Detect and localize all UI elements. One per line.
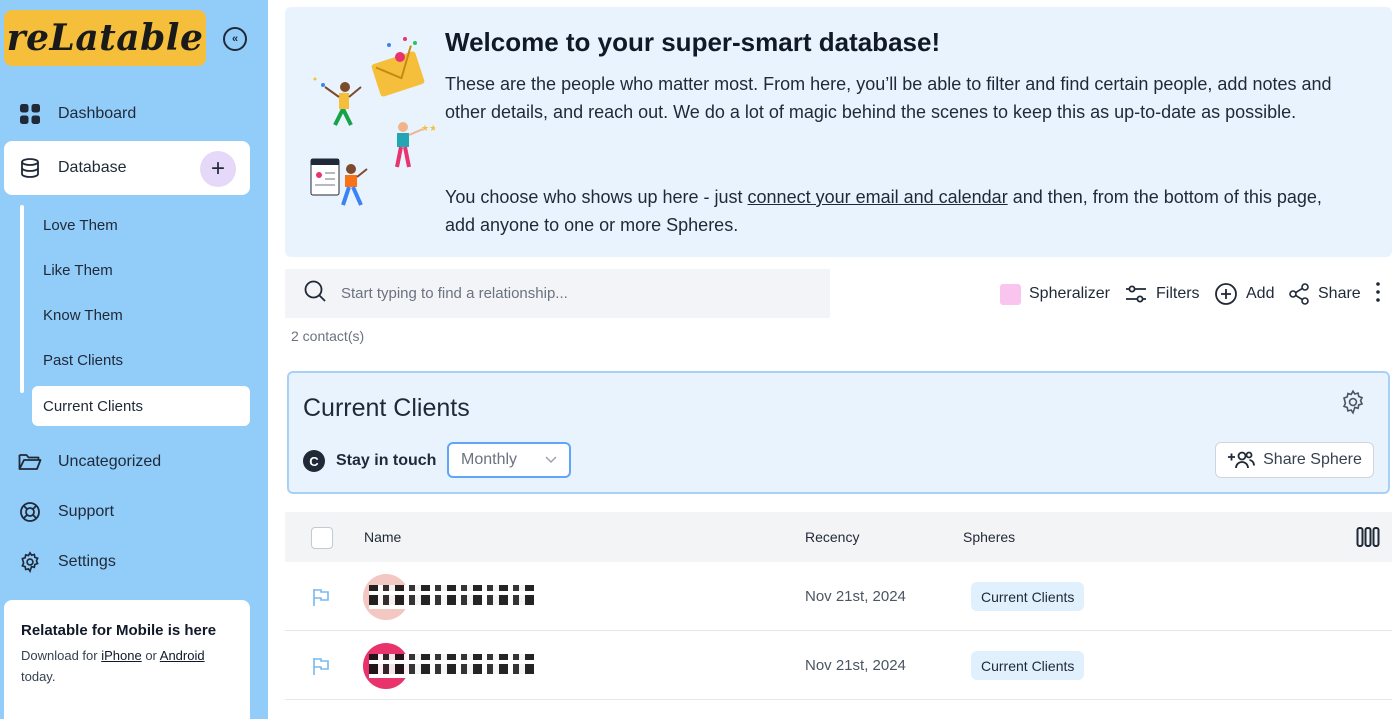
sliders-icon: [1124, 283, 1148, 305]
mobile-promo-card: Relatable for Mobile is here Download fo…: [4, 600, 250, 719]
share-sphere-button[interactable]: Share Sphere: [1215, 442, 1374, 478]
logo-text: reLatable: [6, 17, 204, 59]
sphere-title: Current Clients: [303, 394, 470, 422]
nav-support-label: Support: [58, 503, 115, 520]
gear-icon: [1340, 389, 1366, 419]
relatable-logo[interactable]: reLatable: [4, 10, 206, 66]
frequency-value: Monthly: [461, 451, 518, 468]
table-row[interactable]: Nov 21st, 2024 Current Clients: [285, 632, 1392, 700]
add-button[interactable]: Add: [1214, 281, 1274, 307]
mobile-promo-text: Download for iPhone or Android today.: [21, 645, 233, 687]
welcome-banner: ★★★ Welcome to your super-smart database…: [285, 7, 1392, 257]
column-name[interactable]: Name: [364, 529, 401, 545]
plus-circle-icon: [1214, 282, 1238, 306]
mobile-promo-suffix: today.: [21, 669, 56, 684]
welcome-illustration: ★★★: [310, 37, 435, 206]
plus-icon: +: [210, 155, 225, 182]
stay-in-touch-text: Stay in touch: [336, 452, 437, 469]
more-options-button[interactable]: [1374, 281, 1382, 307]
nav-settings[interactable]: Settings: [18, 547, 116, 577]
contacts-table-header: Name Recency Spheres: [285, 512, 1392, 562]
sphere-list-rail: [20, 205, 24, 393]
nav-database-label: Database: [58, 159, 127, 176]
nav-database[interactable]: Database +: [4, 141, 250, 195]
columns-icon: [1356, 527, 1380, 552]
search-icon: [303, 279, 327, 308]
spheralizer-label: Spheralizer: [1029, 285, 1110, 302]
nav-uncategorized[interactable]: Uncategorized: [18, 447, 161, 477]
frequency-select[interactable]: Monthly: [447, 442, 571, 478]
sphere-settings-button[interactable]: [1340, 389, 1366, 420]
sphere-like-them[interactable]: Like Them: [43, 258, 113, 282]
sphere-badge[interactable]: Current Clients: [971, 651, 1085, 680]
column-recency[interactable]: Recency: [805, 529, 859, 545]
redacted-overlay: [369, 654, 539, 678]
mobile-promo-title: Relatable for Mobile is here: [21, 622, 217, 639]
select-all-checkbox[interactable]: [311, 527, 333, 549]
recency-value: Nov 21st, 2024: [805, 588, 906, 605]
search-bar: [285, 269, 830, 318]
add-database-button[interactable]: +: [200, 151, 236, 187]
sphere-current-clients[interactable]: Current Clients: [32, 386, 250, 426]
recency-value: Nov 21st, 2024: [805, 657, 906, 674]
add-users-icon: [1227, 450, 1256, 470]
banner-title: Welcome to your super-smart database!: [445, 27, 941, 57]
filters-label: Filters: [1156, 285, 1200, 302]
share-label: Share: [1318, 285, 1361, 302]
stay-in-touch-icon: C: [303, 450, 325, 472]
sphere-badge[interactable]: Current Clients: [971, 582, 1085, 611]
collapse-sidebar-button[interactable]: «: [223, 27, 247, 51]
sphere-love-them[interactable]: Love Them: [43, 213, 118, 237]
column-spheres[interactable]: Spheres: [963, 529, 1015, 545]
iphone-link[interactable]: iPhone: [101, 648, 141, 663]
banner-paragraph-2: You choose who shows up here - just conn…: [445, 183, 1355, 239]
flag-icon[interactable]: [311, 656, 331, 681]
gear-icon: [18, 550, 42, 574]
spheralizer-swatch-icon: [1000, 283, 1021, 305]
mobile-promo-prefix: Download for: [21, 648, 102, 663]
nav-settings-label: Settings: [58, 553, 116, 570]
share-icon: [1288, 283, 1310, 305]
filters-button[interactable]: Filters: [1124, 281, 1200, 307]
stay-in-touch-label: C Stay in touch: [303, 443, 436, 479]
kebab-menu-icon: [1374, 281, 1382, 308]
mobile-promo-or: or: [141, 648, 160, 663]
sidebar: reLatable « Dashboard Database + Love Th…: [0, 0, 268, 719]
sphere-past-clients[interactable]: Past Clients: [43, 348, 123, 372]
database-icon: [18, 156, 42, 180]
grid-icon: [18, 102, 42, 126]
contact-count: 2 contact(s): [291, 328, 365, 344]
table-row[interactable]: Nov 21st, 2024 Current Clients: [285, 563, 1392, 631]
nav-dashboard-label: Dashboard: [58, 105, 137, 122]
lifebuoy-icon: [18, 500, 42, 524]
share-button[interactable]: Share: [1288, 281, 1361, 307]
chevron-down-icon: [545, 451, 557, 469]
flag-icon[interactable]: [311, 587, 331, 612]
add-label: Add: [1246, 285, 1275, 302]
column-settings-button[interactable]: [1356, 526, 1380, 553]
search-input[interactable]: [341, 285, 801, 302]
connect-email-calendar-link[interactable]: connect your email and calendar: [748, 187, 1008, 207]
folder-icon: [18, 450, 42, 474]
nav-dashboard[interactable]: Dashboard: [18, 99, 136, 129]
sphere-know-them[interactable]: Know Them: [43, 303, 123, 327]
share-sphere-label: Share Sphere: [1263, 451, 1362, 468]
sphere-header-card: Current Clients C Stay in touch Monthly …: [287, 371, 1390, 494]
nav-uncategorized-label: Uncategorized: [58, 453, 162, 470]
banner-p2-prefix: You choose who shows up here - just: [445, 187, 748, 207]
spheralizer-button[interactable]: Spheralizer: [1000, 281, 1110, 307]
redacted-overlay: [369, 585, 539, 609]
chevrons-left-icon: «: [231, 33, 239, 45]
svg-text:★★★: ★★★: [421, 123, 435, 133]
nav-support[interactable]: Support: [18, 497, 114, 527]
banner-paragraph-1: These are the people who matter most. Fr…: [445, 74, 1332, 122]
android-link[interactable]: Android: [160, 648, 205, 663]
